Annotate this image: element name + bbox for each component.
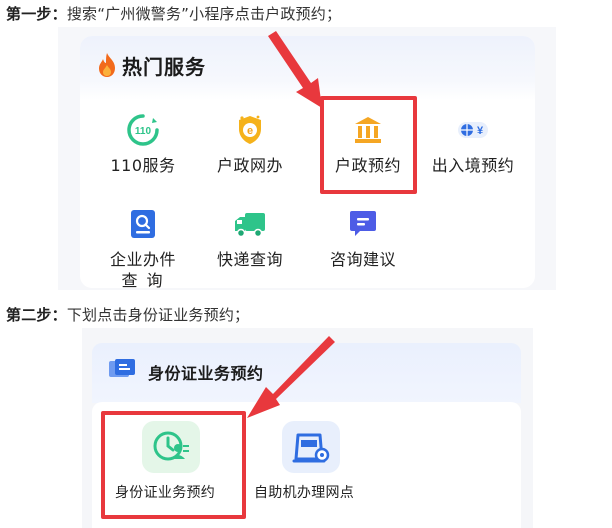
pointer-arrow-2: [247, 336, 335, 418]
